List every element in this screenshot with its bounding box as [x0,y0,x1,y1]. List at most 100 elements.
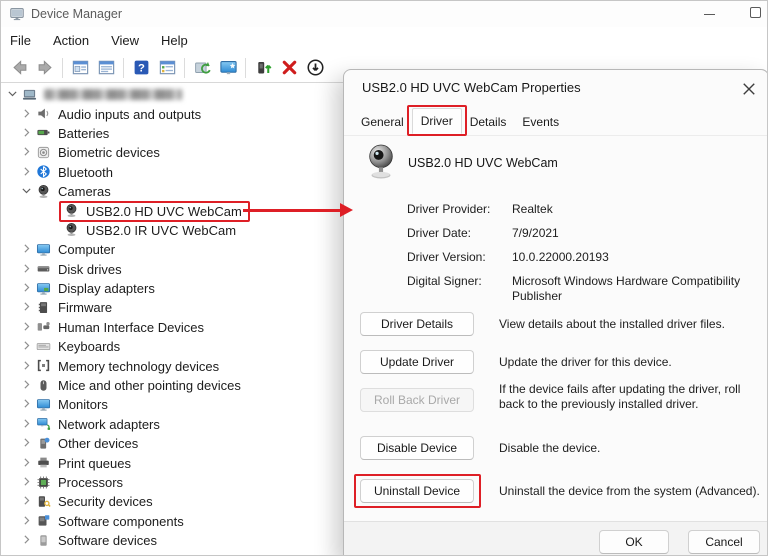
tree-item-firmware[interactable]: Firmware [1,298,343,317]
chevron-right-icon[interactable] [20,242,35,257]
tree-item-print-queues[interactable]: Print queues [1,453,343,472]
tab-driver[interactable]: Driver [412,108,462,134]
chevron-right-icon[interactable] [20,359,35,374]
chevron-down-icon[interactable] [6,87,21,102]
tree-label: Processors [58,475,123,490]
dialog-tab-strip: General Driver Details Events [353,108,567,134]
disable-toolbar-button[interactable] [302,56,328,80]
chevron-right-icon[interactable] [20,339,35,354]
chevron-right-icon[interactable] [20,436,35,451]
minimize-button[interactable] [704,14,715,15]
tree-item-biometric[interactable]: Biometric devices [1,143,343,162]
toolbar-divider [184,58,185,78]
menu-action[interactable]: Action [53,33,89,48]
bluetooth-icon [36,164,52,180]
tree-item-processors[interactable]: Processors [1,473,343,492]
chevron-right-icon[interactable] [20,320,35,335]
back-button[interactable] [6,56,32,80]
chevron-right-icon[interactable] [20,378,35,393]
export-list-button[interactable] [154,56,180,80]
tab-general[interactable]: General [353,110,412,134]
properties-button[interactable] [93,56,119,80]
forward-button[interactable] [32,56,58,80]
disable-circle-icon [306,58,325,77]
chevron-right-icon[interactable] [20,300,35,315]
tree-item-batteries[interactable]: Batteries [1,124,343,143]
tree-item-mice[interactable]: Mice and other pointing devices [1,376,343,395]
chevron-right-icon[interactable] [20,126,35,141]
update-driver-toolbar-button[interactable] [189,56,215,80]
webcam-icon [64,222,80,238]
update-driver-button[interactable]: Update Driver [360,350,474,374]
tree-item-usb2-ir-webcam[interactable]: USB2.0 IR UVC WebCam [1,221,343,240]
chevron-right-icon[interactable] [20,514,35,529]
other-device-icon [36,436,52,452]
help-icon [132,58,151,77]
toolbar-divider [62,58,63,78]
chevron-right-icon[interactable] [20,494,35,509]
tree-label: Network adapters [58,417,160,432]
tree-item-software-devices[interactable]: Software devices [1,531,343,550]
add-driver-icon [254,58,273,77]
menu-view[interactable]: View [111,33,139,48]
tree-label: Mice and other pointing devices [58,378,241,393]
chevron-right-icon[interactable] [20,397,35,412]
menu-help[interactable]: Help [161,33,188,48]
driver-details-button[interactable]: Driver Details [360,312,474,336]
chevron-right-icon[interactable] [20,533,35,548]
driver-provider-label: Driver Provider: [407,202,509,216]
scan-hardware-changes-button[interactable] [215,56,241,80]
tab-details[interactable]: Details [462,110,515,134]
tree-item-memory-tech[interactable]: Memory technology devices [1,356,343,375]
display-adapter-icon [36,281,52,297]
menu-file[interactable]: File [10,33,31,48]
ok-button[interactable]: OK [599,530,669,554]
tab-events[interactable]: Events [514,110,567,134]
tree-item-network-adapters[interactable]: Network adapters [1,415,343,434]
tree-item-security-devices[interactable]: Security devices [1,492,343,511]
chevron-right-icon[interactable] [20,417,35,432]
uninstall-device-button[interactable]: Uninstall Device [360,479,474,503]
uninstall-toolbar-button[interactable] [276,56,302,80]
add-driver-button[interactable] [250,56,276,80]
tree-item-hid[interactable]: Human Interface Devices [1,318,343,337]
memory-icon [36,358,52,374]
tree-label: Audio inputs and outputs [58,107,201,122]
tree-item-disk-drives[interactable]: Disk drives [1,260,343,279]
chevron-right-icon[interactable] [20,262,35,277]
tree-item-keyboards[interactable]: Keyboards [1,337,343,356]
chevron-right-icon[interactable] [20,165,35,180]
chevron-right-icon[interactable] [20,107,35,122]
tree-item-software-components[interactable]: Software components [1,512,343,531]
tree-item-display-adapters[interactable]: Display adapters [1,279,343,298]
disable-device-button[interactable]: Disable Device [360,436,474,460]
chevron-right-icon[interactable] [20,145,35,160]
show-console-window-button[interactable] [67,56,93,80]
tree-item-cameras[interactable]: Cameras [1,182,343,201]
toolbar-divider [245,58,246,78]
tree-label: Firmware [58,300,112,315]
tree-item-monitors[interactable]: Monitors [1,395,343,414]
tree-item-computer[interactable]: Computer [1,240,343,259]
maximize-button[interactable] [750,7,761,18]
dialog-title: USB2.0 HD UVC WebCam Properties [362,80,581,95]
tree-item-audio[interactable]: Audio inputs and outputs [1,104,343,123]
update-driver-icon [193,58,212,77]
help-button[interactable] [128,56,154,80]
tab-strip-divider [344,135,768,136]
driver-details-desc: View details about the installed driver … [499,317,761,332]
tree-label: Print queues [58,456,131,471]
chevron-right-icon[interactable] [20,456,35,471]
close-icon[interactable] [742,82,756,96]
chevron-right-icon[interactable] [20,281,35,296]
chevron-right-icon[interactable] [20,475,35,490]
chevron-placeholder [48,204,63,219]
keyboard-icon [36,339,52,355]
tree-item-computer-root[interactable] [1,85,343,104]
chevron-down-icon[interactable] [20,184,35,199]
device-manager-icon [9,6,25,22]
tree-item-bluetooth[interactable]: Bluetooth [1,163,343,182]
computer-name-redacted [44,89,182,100]
tree-item-other-devices[interactable]: Other devices [1,434,343,453]
cancel-button[interactable]: Cancel [688,530,760,554]
